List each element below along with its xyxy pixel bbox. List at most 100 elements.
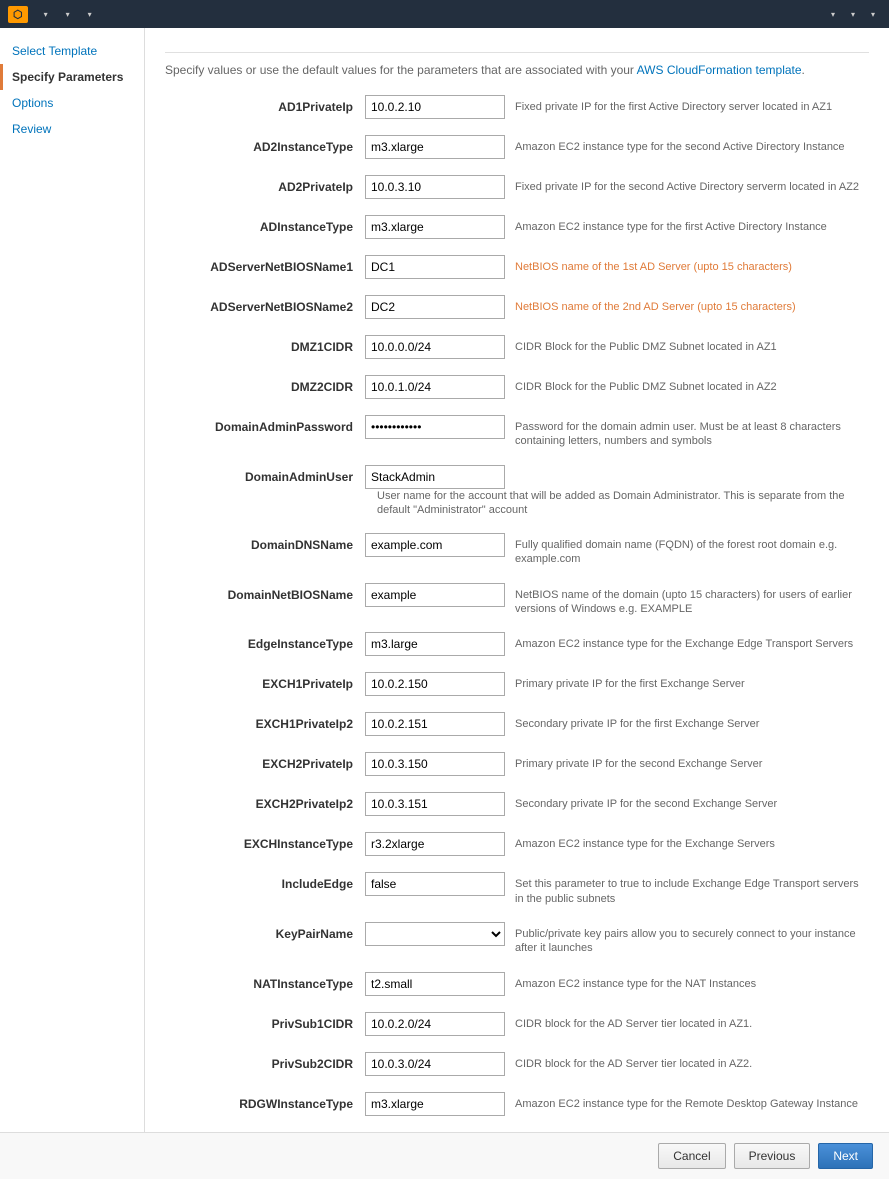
param-desc-exch1privateip2: Secondary private IP for the first Excha… [515,712,869,731]
param-label-natinstancetype: NATInstanceType [165,972,365,991]
top-navigation: ⬡ ▾ ▾ ▾ ▾ ▾ ▾ [0,0,889,28]
param-label-dmz1cidr: DMZ1CIDR [165,335,365,354]
cancel-button[interactable]: Cancel [658,1143,725,1169]
param-input-exch2privateip[interactable] [365,752,505,776]
param-label-ad2instancetype: AD2InstanceType [165,135,365,154]
param-input-adinstancetype[interactable] [365,215,505,239]
param-label-domainadminuser: DomainAdminUser [165,465,365,484]
param-label-ad1privateip: AD1PrivateIp [165,95,365,114]
param-input-domainadminuser[interactable] [365,465,505,489]
nav-services[interactable]: ▾ [58,0,76,28]
edit-arrow-icon: ▾ [88,10,92,19]
param-label-adservernetbiosname2: ADServerNetBIOSName2 [165,295,365,314]
param-label-privsub2cidr: PrivSub2CIDR [165,1052,365,1071]
param-label-exch2privateip2: EXCH2PrivateIp2 [165,792,365,811]
param-row-adinstancetype: ADInstanceTypeAmazon EC2 instance type f… [165,211,869,243]
param-input-domainnetbiosname[interactable] [365,583,505,607]
param-input-exch1privateip[interactable] [365,672,505,696]
param-label-adinstancetype: ADInstanceType [165,215,365,234]
param-row-adservernetbiosname2: ADServerNetBIOSName2 NetBIOS name of the … [165,291,869,323]
main-container: Select Template Specify Parameters Optio… [0,28,889,1179]
user-arrow-icon: ▾ [831,10,835,19]
page-description: Specify values or use the default values… [165,63,869,77]
param-input-privsub1cidr[interactable] [365,1012,505,1036]
nav-support[interactable]: ▾ [863,0,881,28]
region-arrow-icon: ▾ [851,10,855,19]
param-input-ad1privateip[interactable] [365,95,505,119]
param-row-keypairname: KeyPairName Public/private key pairs allo… [165,918,869,960]
param-input-natinstancetype[interactable] [365,972,505,996]
sidebar-item-specify-parameters[interactable]: Specify Parameters [0,64,144,90]
param-desc-dmz1cidr: CIDR Block for the Public DMZ Subnet loc… [515,335,869,354]
param-input-rdgwinstancetype[interactable] [365,1092,505,1116]
param-select-keypairname[interactable] [365,922,505,946]
param-input-adservernetbiosname2[interactable] [365,295,505,319]
param-input-domainadminpassword[interactable] [365,415,505,439]
param-row-exch2privateip: EXCH2PrivateIp Primary private IP for the… [165,748,869,780]
param-desc-ad1privateip: Fixed private IP for the first Active Di… [515,95,869,114]
services-arrow-icon: ▾ [66,10,70,19]
param-label-edgeinstancetype: EdgeInstanceType [165,632,365,651]
param-desc-domainadminuser: User name for the account that will be a… [377,489,869,518]
support-arrow-icon: ▾ [871,10,875,19]
param-input-privsub2cidr[interactable] [365,1052,505,1076]
parameters-table: AD1PrivateIp Fixed private IP for the fir… [165,91,869,1179]
param-input-ad2privateip[interactable] [365,175,505,199]
param-desc-domainnetbiosname: NetBIOS name of the domain (upto 15 char… [515,583,869,617]
param-row-dmz1cidr: DMZ1CIDR CIDR Block for the Public DMZ Su… [165,331,869,363]
param-input-edgeinstancetype[interactable] [365,632,505,656]
sidebar: Select Template Specify Parameters Optio… [0,28,145,1179]
footer: Cancel Previous Next [0,1132,889,1179]
sidebar-item-select-template[interactable]: Select Template [0,38,144,64]
param-input-exchinstancetype[interactable] [365,832,505,856]
page-title [165,44,869,53]
param-label-exch1privateip2: EXCH1PrivateIp2 [165,712,365,731]
param-label-keypairname: KeyPairName [165,922,365,941]
sidebar-item-review[interactable]: Review [0,116,144,142]
param-desc-domaindnsname: Fully qualified domain name (FQDN) of th… [515,533,869,567]
param-label-exchinstancetype: EXCHInstanceType [165,832,365,851]
nav-user[interactable]: ▾ [823,0,841,28]
param-row-domainnetbiosname: DomainNetBIOSNameNetBIOS name of the dom… [165,579,869,621]
param-desc-adservernetbiosname2: NetBIOS name of the 2nd AD Server (upto … [515,295,869,314]
param-desc-privsub1cidr: CIDR block for the AD Server tier locate… [515,1012,869,1031]
param-desc-adservernetbiosname1: NetBIOS name of the 1st AD Server (upto … [515,255,869,274]
param-input-domaindnsname[interactable] [365,533,505,557]
param-row-exchinstancetype: EXCHInstanceTypeAmazon EC2 instance type… [165,828,869,860]
param-label-rdgwinstancetype: RDGWInstanceType [165,1092,365,1111]
param-row-exch2privateip2: EXCH2PrivateIp2Secondary private IP for … [165,788,869,820]
param-row-domainadminuser: DomainAdminUser User name for the account… [165,461,869,522]
param-input-adservernetbiosname1[interactable] [365,255,505,279]
param-row-ad2instancetype: AD2InstanceTypeAmazon EC2 instance type … [165,131,869,163]
param-row-rdgwinstancetype: RDGWInstanceTypeAmazon EC2 instance type… [165,1088,869,1120]
param-input-includeedge[interactable] [365,872,505,896]
param-input-exch2privateip2[interactable] [365,792,505,816]
previous-button[interactable]: Previous [734,1143,811,1169]
content-area: Specify values or use the default values… [145,28,889,1179]
param-row-ad2privateip: AD2PrivateIpFixed private IP for the sec… [165,171,869,203]
param-label-domainadminpassword: DomainAdminPassword [165,415,365,434]
param-row-adservernetbiosname1: ADServerNetBIOSName1NetBIOS name of the … [165,251,869,283]
param-input-dmz1cidr[interactable] [365,335,505,359]
param-row-privsub1cidr: PrivSub1CIDRCIDR block for the AD Server… [165,1008,869,1040]
cloudformation-link[interactable]: AWS CloudFormation template [637,63,802,77]
param-desc-ad2privateip: Fixed private IP for the second Active D… [515,175,869,194]
param-input-exch1privateip2[interactable] [365,712,505,736]
aws-logo: ⬡ [8,6,28,23]
param-desc-exch2privateip: Primary private IP for the second Exchan… [515,752,869,771]
param-row-edgeinstancetype: EdgeInstanceTypeAmazon EC2 instance type… [165,628,869,660]
param-desc-exch1privateip: Primary private IP for the first Exchang… [515,672,869,691]
param-input-ad2instancetype[interactable] [365,135,505,159]
param-input-dmz2cidr[interactable] [365,375,505,399]
nav-edit[interactable]: ▾ [80,0,98,28]
sidebar-item-options[interactable]: Options [0,90,144,116]
param-label-exch1privateip: EXCH1PrivateIp [165,672,365,691]
nav-aws[interactable]: ▾ [36,0,54,28]
param-desc-includeedge: Set this parameter to true to include Ex… [515,872,869,906]
param-desc-keypairname: Public/private key pairs allow you to se… [515,922,869,956]
param-label-includeedge: IncludeEdge [165,872,365,891]
param-desc-natinstancetype: Amazon EC2 instance type for the NAT Ins… [515,972,869,991]
param-label-exch2privateip: EXCH2PrivateIp [165,752,365,771]
next-button[interactable]: Next [818,1143,873,1169]
nav-region[interactable]: ▾ [843,0,861,28]
